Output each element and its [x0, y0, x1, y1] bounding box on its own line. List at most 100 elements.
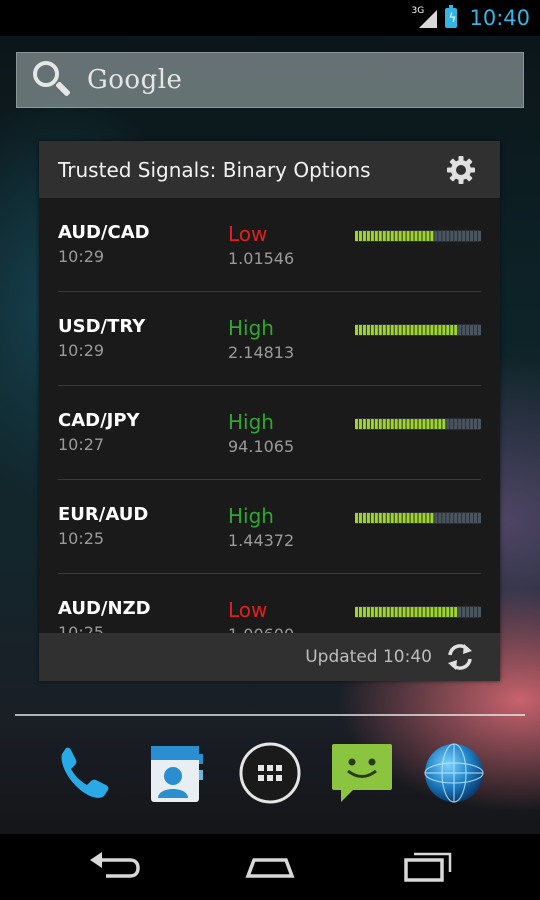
strength-segment-on [394, 513, 398, 523]
strength-segment-on [406, 419, 410, 429]
strength-segment-on [398, 607, 402, 617]
contacts-icon[interactable] [143, 740, 209, 806]
strength-segment-on [355, 419, 358, 429]
strength-segment-off [454, 513, 458, 523]
strength-segment-on [410, 325, 414, 335]
signal-time: 10:27 [58, 435, 105, 454]
strength-segment-on [418, 607, 422, 617]
signal-row[interactable]: USD/TRY 10:29 High 2.14813 [39, 292, 500, 386]
strength-segment-on [390, 513, 394, 523]
signal-time: 10:29 [58, 341, 105, 360]
gear-icon[interactable] [446, 155, 476, 185]
home-icon[interactable] [240, 846, 300, 886]
strength-segment-on [414, 419, 418, 429]
strength-segment-on [374, 513, 378, 523]
strength-segment-off [462, 325, 466, 335]
strength-segment-on [398, 231, 402, 241]
strength-segment-on [402, 325, 406, 335]
strength-segment-off [462, 513, 466, 523]
strength-segment-on [382, 607, 386, 617]
strength-meter [355, 606, 481, 618]
strength-segment-off [470, 513, 474, 523]
strength-segment-on [430, 513, 434, 523]
strength-segment-off [458, 419, 462, 429]
signal-list[interactable]: AUD/CAD 10:29 Low 1.01546 USD/TRY 10:29 … [39, 198, 500, 633]
strength-segment-off [466, 231, 470, 241]
strength-segment-on [390, 231, 394, 241]
strength-segment-on [386, 231, 390, 241]
strength-segment-on [370, 607, 374, 617]
google-search-bar[interactable]: Google [16, 52, 524, 108]
strength-segment-on [446, 607, 450, 617]
strength-segment-on [366, 607, 370, 617]
battery-charging-icon: ϟ [445, 5, 458, 28]
signal-row[interactable]: AUD/NZD 10:25 Low 1.00600 [39, 574, 500, 633]
strength-segment-on [422, 231, 426, 241]
signal-price: 1.01546 [228, 249, 295, 268]
strength-segment-on [426, 325, 430, 335]
strength-segment-on [454, 607, 458, 617]
currency-pair: AUD/NZD [58, 598, 151, 619]
strength-segment-on [430, 325, 434, 335]
strength-segment-off [478, 231, 481, 241]
strength-segment-off [466, 325, 470, 335]
status-bar: 3G ϟ 10:40 [0, 0, 540, 36]
strength-segment-on [430, 607, 434, 617]
strength-segment-on [362, 231, 366, 241]
strength-segment-on [414, 607, 418, 617]
strength-segment-off [438, 231, 442, 241]
currency-pair: AUD/CAD [58, 222, 150, 243]
signal-row[interactable]: CAD/JPY 10:27 High 94.1065 [39, 386, 500, 480]
strength-segment-on [410, 513, 414, 523]
strength-segment-off [442, 513, 446, 523]
strength-segment-on [422, 607, 426, 617]
status-clock: 10:40 [469, 6, 530, 30]
strength-segment-on [418, 513, 422, 523]
search-icon [31, 59, 73, 101]
strength-segment-on [422, 325, 426, 335]
strength-segment-on [370, 325, 374, 335]
currency-pair: EUR/AUD [58, 504, 149, 525]
strength-segment-on [406, 231, 410, 241]
strength-segment-on [382, 419, 386, 429]
signal-price: 1.44372 [228, 531, 295, 550]
signal-strength-bar [355, 512, 481, 524]
strength-segment-on [402, 419, 406, 429]
strength-segment-off [442, 231, 446, 241]
strength-segment-on [362, 419, 366, 429]
strength-segment-on [406, 325, 410, 335]
strength-segment-on [378, 607, 382, 617]
strength-segment-on [438, 419, 442, 429]
signals-widget[interactable]: Trusted Signals: Binary Options AUD/CAD … [39, 141, 500, 681]
navigation-bar [0, 834, 540, 900]
strength-segment-off [478, 419, 481, 429]
signal-price: 94.1065 [228, 437, 295, 456]
strength-segment-off [470, 325, 474, 335]
refresh-icon[interactable] [444, 641, 476, 673]
strength-segment-off [466, 607, 470, 617]
apps-icon[interactable] [237, 740, 303, 806]
strength-segment-off [474, 231, 478, 241]
strength-segment-off [458, 231, 462, 241]
signal-row[interactable]: AUD/CAD 10:29 Low 1.01546 [39, 198, 500, 292]
signal-time: 10:25 [58, 529, 105, 548]
strength-segment-on [370, 231, 374, 241]
strength-segment-on [418, 231, 422, 241]
strength-segment-off [474, 325, 478, 335]
strength-segment-on [358, 513, 362, 523]
widget-header: Trusted Signals: Binary Options [39, 141, 500, 198]
search-label: Google [87, 65, 183, 95]
signal-price: 1.00600 [228, 625, 294, 633]
strength-segment-off [474, 513, 478, 523]
signal-time: 10:29 [58, 247, 105, 266]
phone-icon[interactable] [50, 740, 116, 806]
signal-direction: High [228, 316, 274, 340]
recent-apps-icon[interactable] [398, 846, 458, 886]
back-icon[interactable] [84, 846, 144, 886]
messaging-icon[interactable] [329, 740, 395, 806]
signal-direction: Low [228, 222, 268, 246]
strength-segment-off [466, 419, 470, 429]
browser-icon[interactable] [421, 740, 487, 806]
strength-segment-on [454, 325, 458, 335]
signal-row[interactable]: EUR/AUD 10:25 High 1.44372 [39, 480, 500, 574]
